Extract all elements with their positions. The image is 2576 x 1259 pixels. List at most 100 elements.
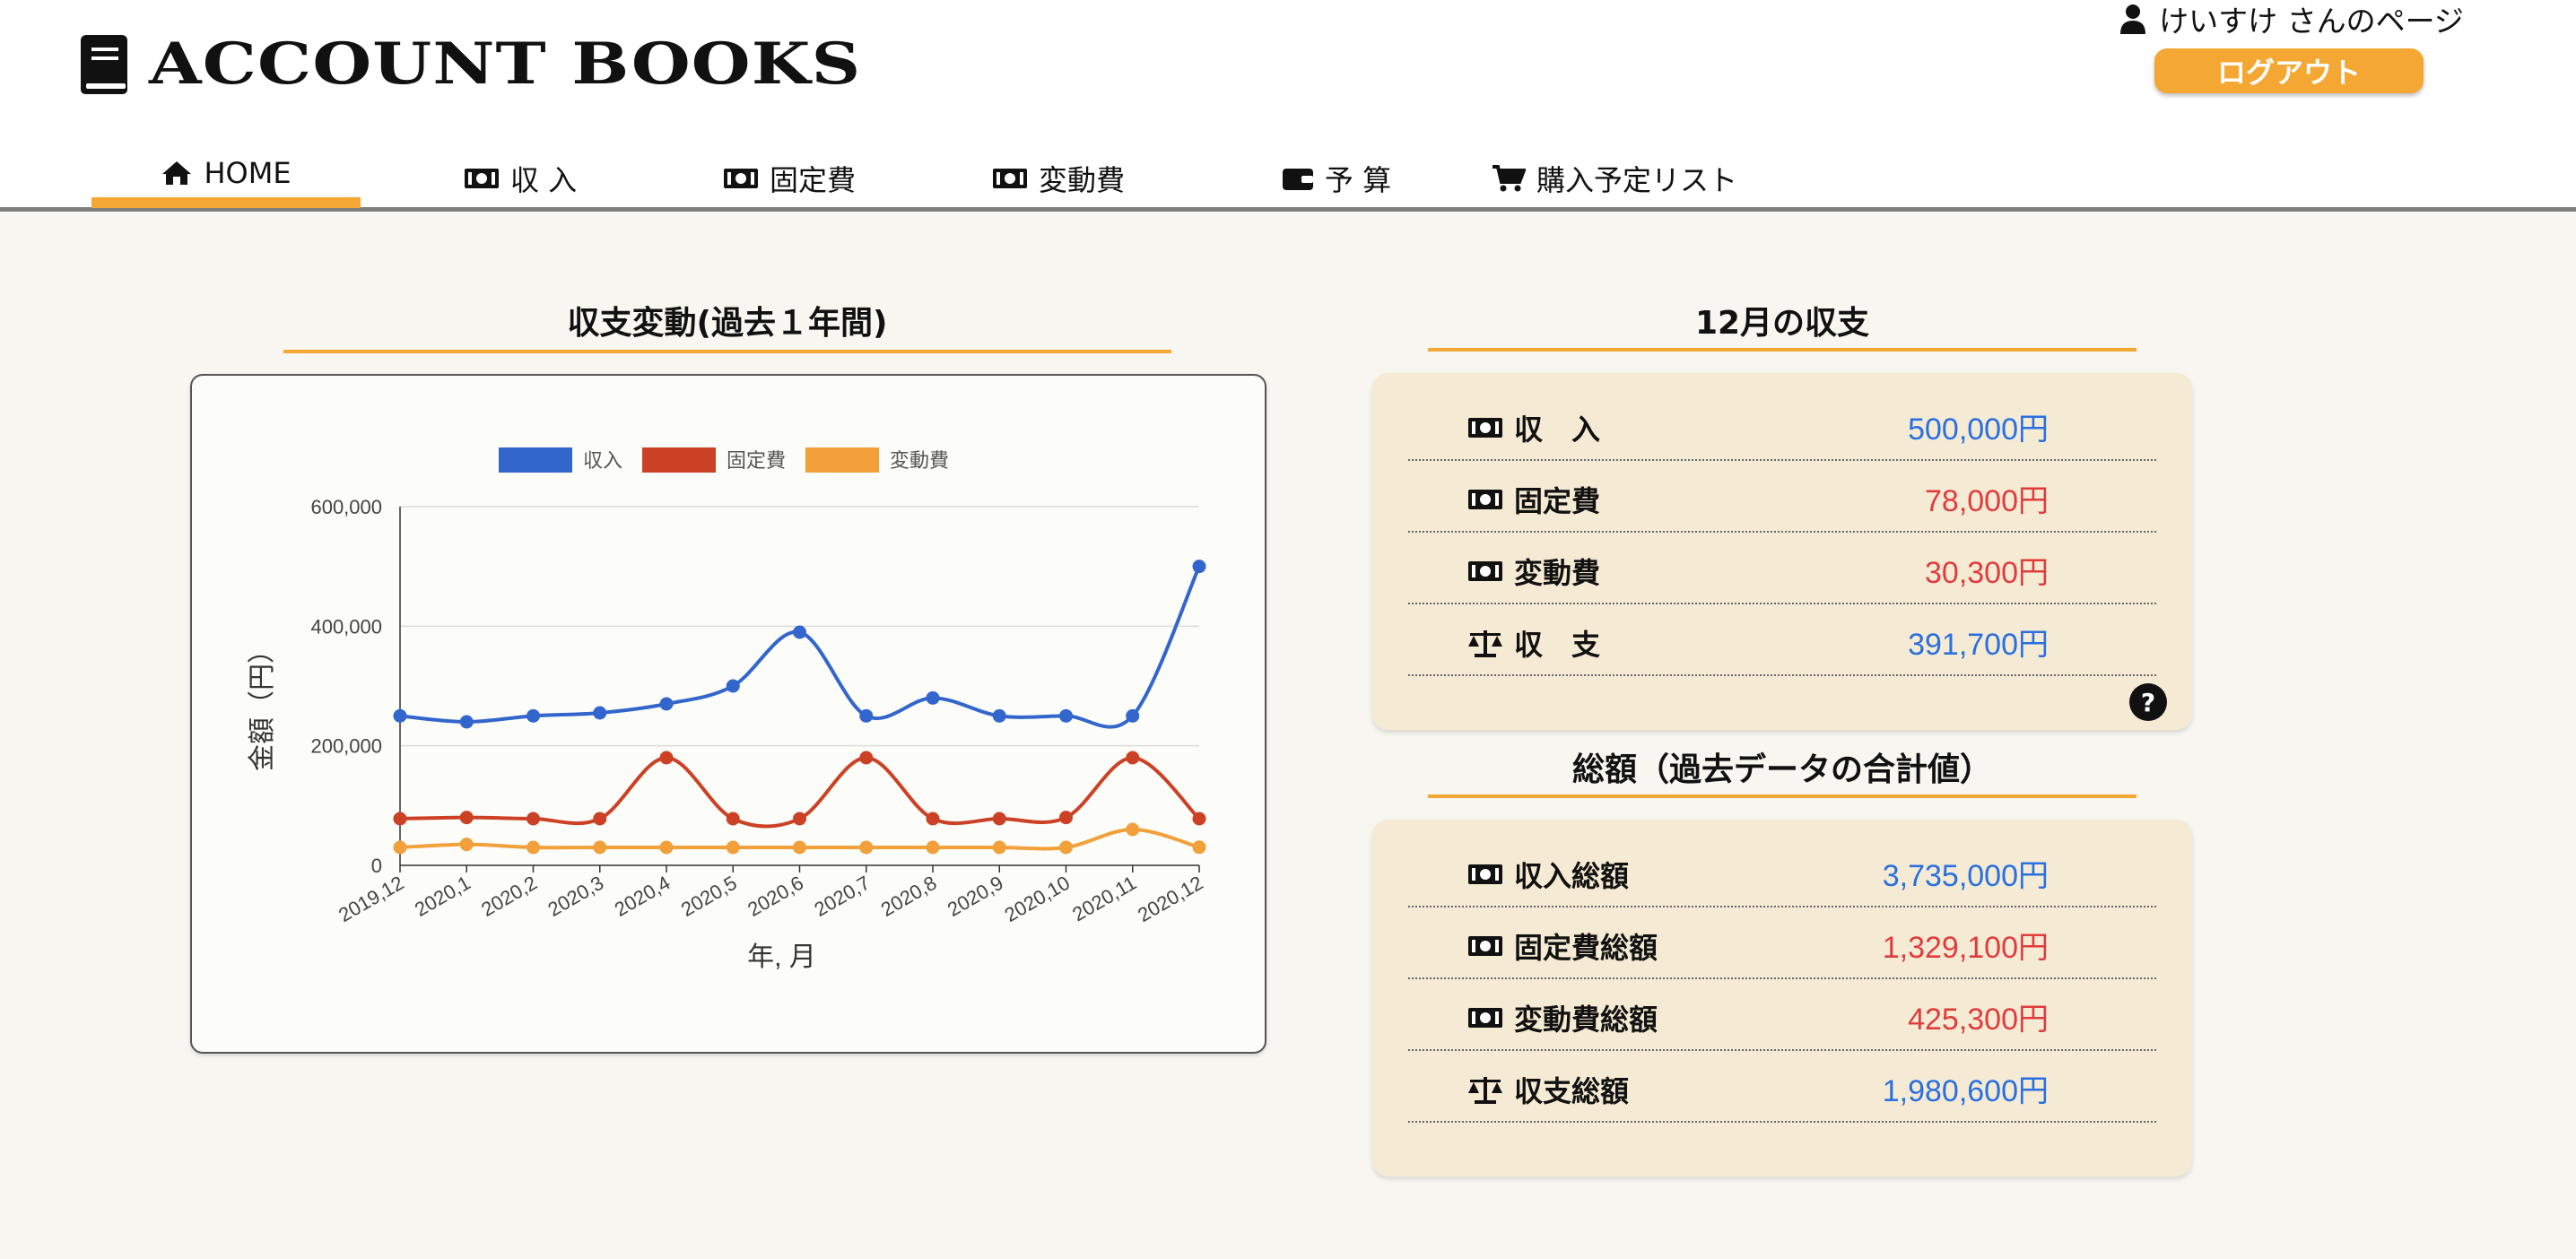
summary-label: 固定費 [1467,479,1600,520]
data-point [659,697,674,711]
summary-label: 収入総額 [1467,854,1629,895]
legend-swatch [499,447,572,473]
summary-row-variable-cost: 変動費 30,300円 [1408,533,2156,604]
money-icon [1468,561,1502,581]
brand-title: ACCOUNT BOOKS [149,30,862,98]
nav-tab-label: 購入予定リスト [1536,163,1737,197]
nav-tab-label: HOME [204,156,292,190]
data-point [926,690,940,705]
user-icon [2120,4,2146,34]
summary-label-text: 収 入 [1514,412,1601,447]
data-point [1192,812,1206,826]
x-tick-label: 2020,2 [477,872,541,921]
y-tick-label: 600,000 [310,496,382,518]
data-point [1126,822,1140,837]
data-point [593,840,607,855]
x-axis-title: 年, 月 [747,942,816,972]
nav-tab-budget[interactable]: 予 算 [1202,151,1471,206]
logout-button[interactable]: ログアウト [2154,48,2424,93]
nav-tab-fixed-cost[interactable]: 固定費 [655,151,924,206]
data-point [1059,840,1073,855]
total-row-fixed-cost: 固定費総額 1,329,100円 [1408,907,2156,979]
summary-value: 78,000円 [1925,484,2049,518]
data-point [992,840,1006,855]
main-nav: HOME 収 入 固定費 変動費 予 算 購入予定リスト [0,151,1884,212]
data-point [1192,840,1206,855]
summary-value: 30,300円 [1925,556,2049,590]
summary-label: 収支総額 [1467,1069,1629,1110]
data-point [859,708,874,723]
balance-scale-icon [1468,1077,1502,1104]
x-tick-label: 2020,9 [944,872,1007,921]
summary-label-text: 固定費総額 [1514,931,1658,965]
monthly-summary-card: 収 入 500,000円 固定費 78,000円 変動費 30,300円 収 支… [1372,373,2192,730]
nav-tab-variable-cost[interactable]: 変動費 [924,151,1193,206]
user-area: けいすけ さんのページ ログアウト [2117,0,2467,93]
wallet-icon [1282,169,1313,190]
nav-tab-income[interactable]: 収 入 [386,151,655,206]
summary-label-text: 収 支 [1514,628,1601,662]
legend-label: 変動費 [890,449,949,472]
totals-summary-card: 収入総額 3,735,000円 固定費総額 1,329,100円 変動費総額 4… [1372,820,2192,1177]
chart-section-title: 収支変動(過去１年間) [567,305,888,342]
total-row-income: 収入総額 3,735,000円 [1408,836,2156,907]
summary-value: 425,300円 [1908,1003,2049,1037]
data-point [793,840,806,855]
money-icon [1468,418,1502,438]
summary-label-text: 変動費総額 [1514,1003,1658,1037]
nav-tab-shopping-list[interactable]: 購入予定リスト [1480,151,1749,206]
legend-label: 固定費 [727,449,786,472]
summary-label-text: 収支総額 [1514,1074,1630,1108]
money-icon [464,169,499,188]
title-underline [1428,348,2137,352]
data-point [393,812,407,826]
legend-swatch [805,447,879,473]
book-icon [81,34,127,94]
x-tick-label: 2020,7 [810,872,874,921]
app-header: ACCOUNT BOOKS けいすけ さんのページ ログアウト HOME 収 入 [0,0,2576,212]
help-icon[interactable]: ? [2129,683,2167,721]
user-greeting: けいすけ さんのページ [2117,0,2467,39]
data-point [1126,751,1140,765]
data-point [593,706,607,720]
nav-tab-label: 固定費 [769,163,856,197]
data-point [926,812,940,826]
summary-label-text: 変動費 [1514,556,1601,590]
data-point [527,812,540,826]
nav-tab-label: 予 算 [1324,163,1392,197]
data-point [726,812,740,826]
x-tick-label: 2020,10 [1001,872,1074,926]
summary-label: 変動費総額 [1467,997,1658,1038]
x-tick-label: 2020,12 [1134,872,1206,926]
money-icon [1468,1008,1502,1028]
x-tick-label: 2020,11 [1068,872,1140,926]
summary-row-income: 収 入 500,000円 [1408,389,2156,461]
data-point [726,679,740,693]
nav-tab-label: 変動費 [1038,163,1125,197]
data-point [992,812,1006,826]
title-underline [283,350,1171,353]
x-tick-label: 2020,3 [544,872,607,921]
x-tick-label: 2020,4 [611,872,674,921]
x-tick-label: 2020,6 [744,872,807,921]
data-point [459,838,474,852]
summary-label-text: 収入総額 [1514,859,1630,893]
y-tick-label: 0 [371,855,382,877]
data-point [859,840,874,855]
brand-logo[interactable]: ACCOUNT BOOKS [79,30,860,98]
legend-label: 収入 [583,449,622,472]
summary-label: 固定費総額 [1467,925,1658,967]
monthly-section-title: 12月の収支 [1694,305,1870,342]
data-point [393,840,407,855]
x-tick-label: 2019,12 [335,872,407,926]
summary-value: 1,329,100円 [1882,931,2049,965]
data-point [659,840,674,855]
nav-tab-home[interactable]: HOME [91,151,361,208]
summary-label: 変動費 [1467,551,1600,592]
summary-value: 3,735,000円 [1882,859,2049,893]
data-point [726,840,740,855]
chart-card: 0 200,000 400,000 600,000 2019,12 2020,1 2020,… [190,374,1266,1054]
money-icon [1468,490,1502,509]
balance-scale-icon [1468,630,1502,657]
summary-label: 収 支 [1467,622,1600,664]
